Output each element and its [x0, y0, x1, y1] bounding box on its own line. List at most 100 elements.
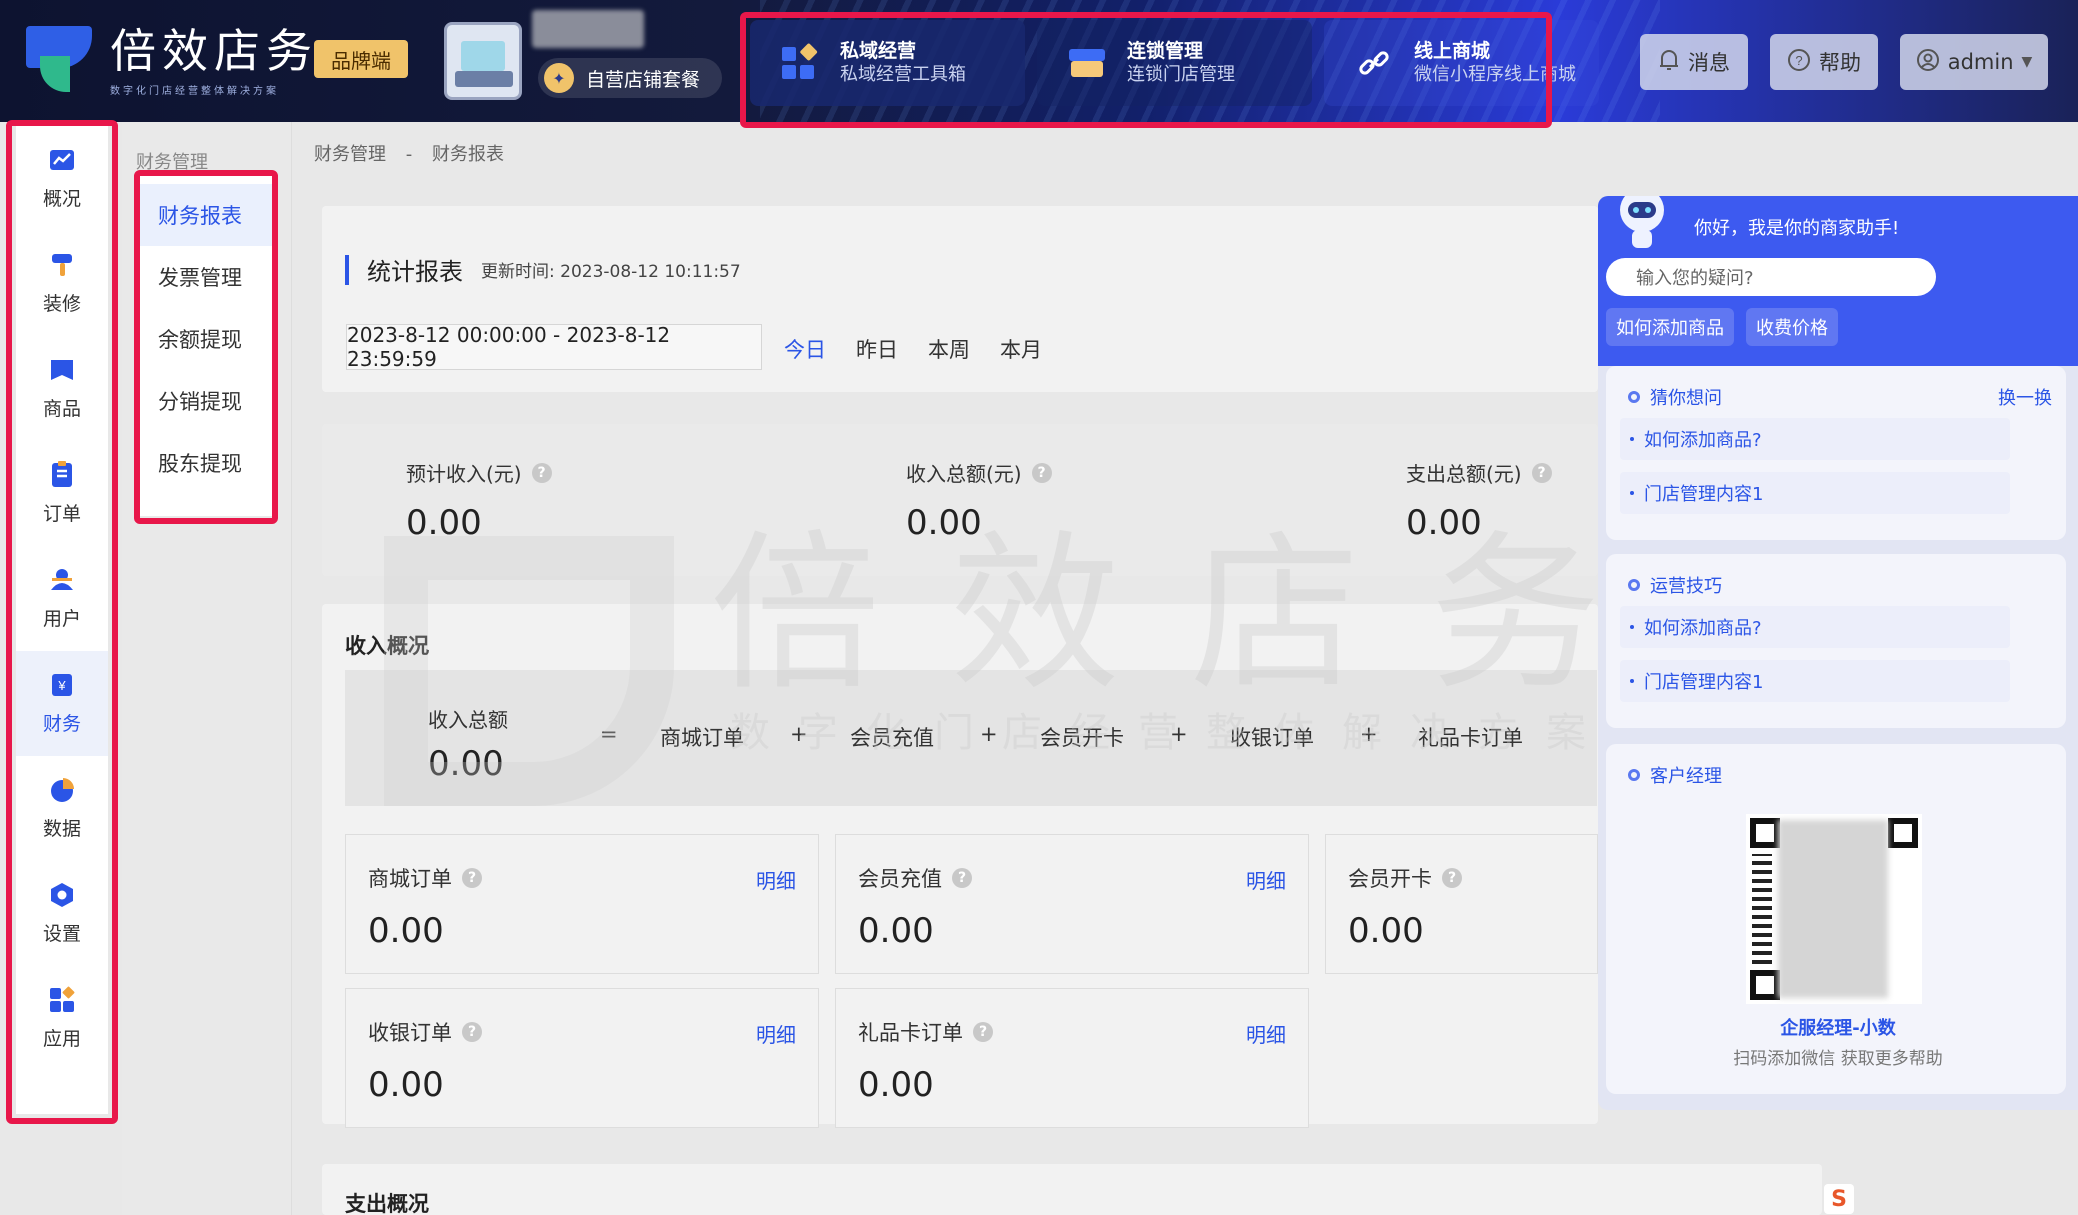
card-value: 0.00 — [858, 911, 934, 951]
user-label: admin — [1947, 50, 2014, 74]
income-card-cashier-orders: 收银订单? 明细 0.00 — [345, 988, 819, 1128]
help-label: 帮助 — [1819, 51, 1861, 75]
astronaut-avatar-icon — [1620, 196, 1664, 248]
formula-part: 礼品卡订单 — [1418, 726, 1523, 750]
package-icon: ✦ — [544, 63, 574, 93]
stat-label: 支出总额(元) — [1406, 462, 1522, 486]
formula-plus: + — [980, 722, 998, 746]
manager-title-text: 客户经理 — [1650, 766, 1722, 787]
card-value: 0.00 — [368, 911, 444, 951]
formula-part: 收银订单 — [1230, 726, 1314, 750]
watermark-logo — [384, 536, 674, 806]
guess-card: 猜你想问 换一换 如何添加商品? 门店管理内容1 — [1606, 366, 2066, 540]
package-label: 自营店铺套餐 — [586, 68, 701, 91]
help-button[interactable]: ? 帮助 — [1770, 34, 1878, 90]
card-label: 商城订单 — [368, 867, 452, 891]
stat-value: 0.00 — [1406, 503, 1482, 543]
question-icon[interactable]: ? — [1031, 462, 1052, 483]
logo[interactable]: 倍效店务 数字化门店经营整体解决方案 — [26, 26, 318, 97]
detail-link[interactable]: 明细 — [1246, 1019, 1286, 1048]
formula-part: 会员开卡 — [1040, 726, 1124, 750]
help-icon: ? — [1787, 48, 1811, 77]
question-icon[interactable]: ? — [1442, 868, 1462, 888]
tips-title-text: 运营技巧 — [1650, 576, 1722, 597]
logo-subtitle: 数字化门店经营整体解决方案 — [110, 86, 279, 97]
update-time: 更新时间: 2023-08-12 10:11:57 — [481, 257, 741, 282]
title-accent-bar — [345, 254, 349, 285]
tips-card: 运营技巧 如何添加商品? 门店管理内容1 — [1606, 554, 2066, 728]
formula-plus: + — [1170, 722, 1188, 746]
manager-name: 企服经理-小数 — [1780, 1018, 1896, 1039]
detail-link[interactable]: 明细 — [1246, 865, 1286, 894]
update-time-value: 2023-08-12 10:11:57 — [560, 262, 741, 282]
card-label: 会员开卡 — [1348, 867, 1432, 891]
assistant-greeting: 你好，我是你的商家助手! — [1694, 218, 1900, 239]
refresh-link[interactable]: 换一换 — [1998, 384, 2052, 410]
tips-question[interactable]: 如何添加商品? — [1620, 606, 2010, 648]
formula-part: 会员充值 — [850, 726, 934, 750]
manager-title: 客户经理 — [1628, 762, 1722, 788]
ime-s-icon[interactable]: S — [1824, 1184, 1854, 1214]
svg-text:?: ? — [1795, 53, 1802, 68]
formula-part: 商城订单 — [660, 726, 744, 750]
store-name-redacted — [532, 10, 644, 48]
card-value: 0.00 — [1348, 911, 1424, 951]
highlight-box-sidebar — [6, 120, 118, 1124]
breadcrumb: 财务管理 - 财务报表 — [314, 140, 518, 166]
question-icon[interactable]: ? — [952, 868, 972, 888]
stat-label: 预计收入(元) — [406, 462, 522, 486]
messages-button[interactable]: 消息 — [1640, 34, 1748, 90]
highlight-box-top-nav — [740, 12, 1552, 128]
card-label: 收银订单 — [368, 1021, 452, 1045]
formula-plus: + — [790, 722, 808, 746]
breadcrumb-separator: - — [405, 144, 413, 165]
breadcrumb-item[interactable]: 财务管理 — [314, 144, 386, 165]
quick-today[interactable]: 今日 — [784, 334, 826, 364]
income-card-member-recharge: 会员充值? 明细 0.00 — [835, 834, 1309, 974]
store-avatar[interactable] — [444, 22, 522, 100]
logo-mark-icon — [26, 26, 92, 92]
quick-this-week[interactable]: 本周 — [928, 334, 970, 364]
question-icon[interactable]: ? — [531, 462, 552, 483]
bell-icon — [1658, 48, 1680, 77]
quick-this-month[interactable]: 本月 — [1000, 334, 1042, 364]
card-label: 会员充值 — [858, 867, 942, 891]
stat-expected-income: 预计收入(元)? 0.00 — [406, 458, 552, 543]
wechat-qr-code — [1746, 814, 1922, 1004]
card-value: 0.00 — [858, 1065, 934, 1105]
assistant-panel: 你好，我是你的商家助手! 输入您的疑问? 如何添加商品 收费价格 猜你想问 换一… — [1598, 196, 2078, 1110]
assistant-chip[interactable]: 收费价格 — [1746, 308, 1838, 346]
package-badge[interactable]: ✦ 自营店铺套餐 — [538, 58, 723, 98]
card-label: 礼品卡订单 — [858, 1021, 963, 1045]
manager-note: 扫码添加微信 获取更多帮助 — [1733, 1049, 1943, 1069]
guess-title-text: 猜你想问 — [1650, 388, 1722, 409]
stat-total-expense: 支出总额(元)? 0.00 — [1406, 458, 1552, 543]
guess-question[interactable]: 门店管理内容1 — [1620, 472, 2010, 514]
report-title-row: 统计报表 更新时间: 2023-08-12 10:11:57 — [345, 252, 741, 287]
tips-question[interactable]: 门店管理内容1 — [1620, 660, 2010, 702]
chevron-down-icon: ▼ — [2021, 54, 2033, 70]
tips-title: 运营技巧 — [1628, 572, 1722, 598]
assistant-question-input[interactable]: 输入您的疑问? — [1606, 258, 1936, 296]
question-icon[interactable]: ? — [462, 868, 482, 888]
user-menu[interactable]: admin ▼ — [1900, 34, 2048, 90]
assistant-chip[interactable]: 如何添加商品 — [1606, 308, 1734, 346]
guess-question[interactable]: 如何添加商品? — [1620, 418, 2010, 460]
expense-section-title: 支出概况 — [345, 1192, 429, 1215]
detail-link[interactable]: 明细 — [756, 1019, 796, 1048]
question-icon[interactable]: ? — [973, 1022, 993, 1042]
income-card-member-card: 会员开卡? 0.00 — [1325, 834, 1598, 974]
logo-title: 倍效店务 — [110, 24, 318, 78]
detail-link[interactable]: 明细 — [756, 865, 796, 894]
messages-label: 消息 — [1688, 51, 1730, 75]
stat-value: 0.00 — [906, 503, 982, 543]
stat-total-income: 收入总额(元)? 0.00 — [906, 458, 1052, 543]
expense-panel — [322, 1164, 1822, 1215]
quick-yesterday[interactable]: 昨日 — [856, 334, 898, 364]
question-icon[interactable]: ? — [1531, 462, 1552, 483]
question-icon[interactable]: ? — [462, 1022, 482, 1042]
date-range-picker[interactable]: 2023-8-12 00:00:00 - 2023-8-12 23:59:59 — [346, 323, 762, 371]
highlight-box-submenu — [134, 170, 278, 524]
formula-plus: + — [1360, 722, 1378, 746]
update-time-label: 更新时间: — [481, 262, 555, 282]
